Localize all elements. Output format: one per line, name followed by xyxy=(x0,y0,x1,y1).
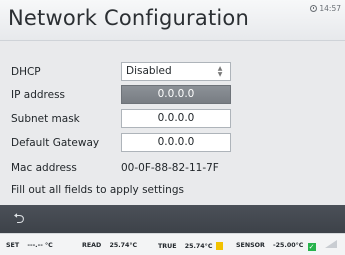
status-true: TRUE 25.74°C xyxy=(158,242,223,250)
mac-address-value: 00-0F-88-82-11-7F xyxy=(121,162,219,174)
dhcp-row: DHCP Disabled ▲ ▼ xyxy=(0,62,345,84)
subnet-label: Subnet mask xyxy=(11,113,80,125)
ip-address-field[interactable]: 0.0.0.0 xyxy=(121,85,231,104)
read-label: READ xyxy=(82,242,102,249)
mac-label: Mac address xyxy=(11,162,77,174)
back-arrow-icon: ⮌ xyxy=(13,211,25,227)
gateway-row: Default Gateway 0.0.0.0 xyxy=(0,133,345,155)
updown-icon: ▲ ▼ xyxy=(217,65,223,78)
true-label: TRUE xyxy=(158,243,177,250)
warning-icon xyxy=(215,242,223,250)
sensor-label: SENSOR xyxy=(236,242,265,249)
signal-icon xyxy=(325,240,337,248)
set-value: ---.-- °C xyxy=(27,242,53,249)
title-bar: Network Configuration 14:57 xyxy=(0,0,345,41)
check-icon: ✓ xyxy=(307,243,316,251)
ip-row: IP address 0.0.0.0 xyxy=(0,85,345,107)
clock-icon xyxy=(310,5,318,12)
dhcp-value: Disabled xyxy=(126,65,172,77)
navigation-bar: ⮌ xyxy=(0,205,345,233)
form-hint: Fill out all fields to apply settings xyxy=(11,184,184,196)
read-value: 25.74°C xyxy=(109,242,138,249)
status-read: READ 25.74°C xyxy=(82,242,137,249)
dhcp-select[interactable]: Disabled ▲ ▼ xyxy=(121,62,231,81)
default-gateway-field[interactable]: 0.0.0.0 xyxy=(121,133,231,152)
page-title: Network Configuration xyxy=(8,6,249,30)
ip-label: IP address xyxy=(11,89,66,101)
dhcp-label: DHCP xyxy=(11,66,41,78)
subnet-row: Subnet mask 0.0.0.0 xyxy=(0,109,345,131)
network-form: DHCP Disabled ▲ ▼ IP address 0.0.0.0 Subn… xyxy=(0,58,345,198)
back-button[interactable]: ⮌ xyxy=(8,209,30,229)
mac-row: Mac address 00-0F-88-82-11-7F xyxy=(0,158,345,180)
status-bar: SET ---.-- °C READ 25.74°C TRUE 25.74°C … xyxy=(0,233,345,255)
status-set: SET ---.-- °C xyxy=(6,242,53,249)
gateway-label: Default Gateway xyxy=(11,137,100,149)
sensor-value: -25.00°C xyxy=(273,242,304,249)
clock-time: 14:57 xyxy=(319,4,341,13)
clock: 14:57 xyxy=(310,4,341,13)
status-sensor: SENSOR -25.00°C ✓ xyxy=(236,242,316,251)
subnet-mask-field[interactable]: 0.0.0.0 xyxy=(121,109,231,128)
true-value: 25.74°C xyxy=(184,243,213,250)
set-label: SET xyxy=(6,242,20,249)
